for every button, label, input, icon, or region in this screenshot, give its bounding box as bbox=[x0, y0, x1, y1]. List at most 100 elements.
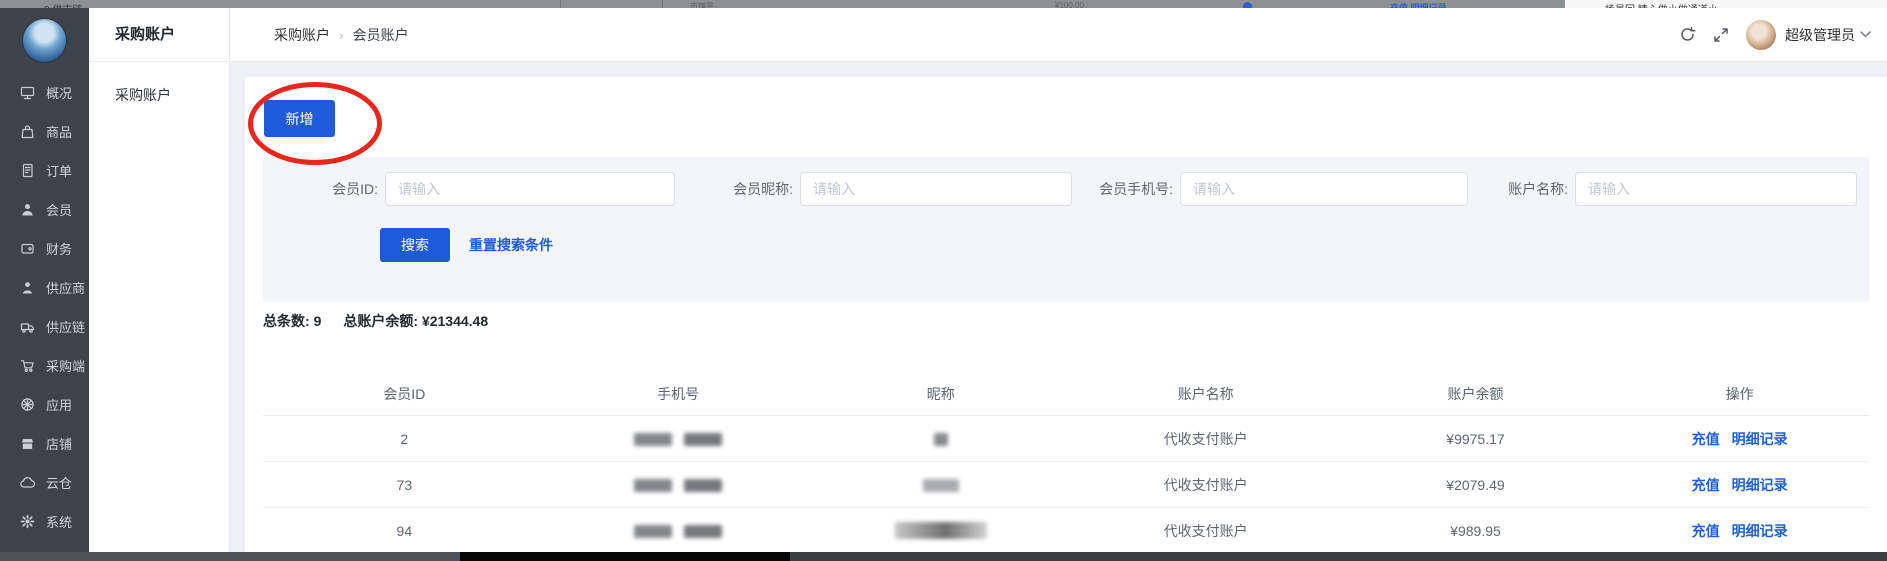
bg-strip-divider bbox=[560, 0, 561, 8]
table-row: 94 代收支付账户 ¥989.95 充值 明细记录 bbox=[263, 508, 1869, 554]
monitor-icon bbox=[19, 85, 35, 101]
accounts-table: 会员ID 手机号 昵称 账户名称 账户余额 操作 2 代收支付账户 ¥9975.… bbox=[263, 373, 1869, 554]
user-avatar[interactable] bbox=[1746, 20, 1776, 50]
phone-label: 会员手机号: bbox=[1063, 172, 1173, 206]
sidebar-item-procurement[interactable]: 采购端 bbox=[0, 346, 89, 385]
sidebar-item-finance[interactable]: 财务 bbox=[0, 229, 89, 268]
sidebar-item-label: 采购端 bbox=[46, 356, 85, 375]
sidebar-item-orders[interactable]: 订单 bbox=[0, 151, 89, 190]
user-menu[interactable]: 超级管理员 bbox=[1785, 25, 1871, 45]
refresh-icon[interactable] bbox=[1679, 26, 1696, 43]
content-card: 新增 会员ID: 会员昵称: 会员手机号: 账户名称: 搜索 重置搜索条件 总条… bbox=[245, 77, 1887, 561]
sidebar-item-label: 会员 bbox=[46, 200, 72, 219]
bg-strip-text: 8 供市链 bbox=[44, 1, 82, 8]
detail-record-link[interactable]: 明细记录 bbox=[1732, 475, 1788, 495]
phone-cell bbox=[546, 523, 811, 539]
bg-strip-text: ¥100.00 bbox=[1055, 1, 1084, 8]
sidebar-item-label: 云仓 bbox=[46, 473, 72, 492]
main-nav: 概况 商品 订单 会员 财务 供应商 供应链 采购端 bbox=[0, 73, 89, 541]
submenu-item-purchase-account[interactable]: 采购账户 bbox=[89, 78, 229, 112]
member-id-label: 会员ID: bbox=[263, 172, 378, 206]
sub-sidebar: 采购账户 采购账户 bbox=[89, 8, 230, 561]
sub-sidebar-title: 采购账户 bbox=[89, 8, 229, 62]
redacted-phone bbox=[684, 433, 722, 446]
phone-cell bbox=[546, 431, 811, 447]
detail-record-link[interactable]: 明细记录 bbox=[1732, 521, 1788, 541]
sidebar-item-label: 供应商 bbox=[46, 278, 85, 297]
sidebar-item-label: 供应链 bbox=[46, 317, 85, 336]
detail-record-link[interactable]: 明细记录 bbox=[1732, 429, 1788, 449]
sidebar-item-members[interactable]: 会员 bbox=[0, 190, 89, 229]
chevron-down-icon bbox=[1860, 31, 1871, 38]
account-name-cell: 代收支付账户 bbox=[1071, 521, 1341, 541]
breadcrumb-item-current: 会员账户 bbox=[353, 25, 409, 45]
person-icon bbox=[19, 202, 35, 218]
recharge-link[interactable]: 充值 bbox=[1692, 521, 1720, 541]
table-row: 2 代收支付账户 ¥9975.17 充值 明细记录 bbox=[263, 416, 1869, 462]
redacted-phone bbox=[634, 479, 672, 492]
nickname-input[interactable] bbox=[800, 172, 1072, 206]
member-id-cell: 94 bbox=[263, 523, 546, 539]
redacted-nickname bbox=[895, 522, 987, 539]
recharge-link[interactable]: 充值 bbox=[1692, 475, 1720, 495]
sidebar-item-cloud-warehouse[interactable]: 云仓 bbox=[0, 463, 89, 502]
member-id-cell: 73 bbox=[263, 477, 546, 493]
actions-cell: 充值 明细记录 bbox=[1610, 475, 1869, 495]
account-name-input[interactable] bbox=[1575, 172, 1857, 206]
sidebar-item-supplier[interactable]: 供应商 bbox=[0, 268, 89, 307]
account-name-cell: 代收支付账户 bbox=[1071, 429, 1341, 449]
balance-cell: ¥989.95 bbox=[1341, 523, 1611, 539]
table-row: 73 代收支付账户 ¥2079.49 充值 明细记录 bbox=[263, 462, 1869, 508]
bottom-window-strip-black bbox=[460, 552, 790, 561]
total-count: 总条数: 9 bbox=[263, 311, 321, 331]
table-header: 会员ID 手机号 昵称 账户名称 账户余额 操作 bbox=[263, 373, 1869, 416]
sidebar-item-overview[interactable]: 概况 bbox=[0, 73, 89, 112]
member-id-input[interactable] bbox=[385, 172, 675, 206]
total-count-value: 9 bbox=[314, 313, 322, 329]
bg-strip-text: 场景回 精心做小做通道小 bbox=[1605, 1, 1718, 8]
bg-strip-divider bbox=[662, 0, 663, 8]
background-window-strip: 8 供市链 市赚平 ¥100.00 充值 明细记录 场景回 精心做小做通道小 bbox=[0, 0, 1887, 8]
sidebar-item-shop[interactable]: 店铺 bbox=[0, 424, 89, 463]
nickname-cell bbox=[811, 431, 1071, 447]
sidebar-item-goods[interactable]: 商品 bbox=[0, 112, 89, 151]
cloud-icon bbox=[19, 475, 35, 491]
wallet-icon bbox=[19, 241, 35, 257]
add-button[interactable]: 新增 bbox=[264, 100, 335, 137]
redacted-nickname bbox=[923, 479, 959, 492]
total-balance: 总账户余额: ¥21344.48 bbox=[343, 311, 488, 331]
sidebar-item-label: 订单 bbox=[46, 161, 72, 180]
sidebar-item-apps[interactable]: 应用 bbox=[0, 385, 89, 424]
total-count-label: 总条数: bbox=[263, 313, 310, 329]
col-member-id: 会员ID bbox=[263, 384, 546, 404]
bg-strip-logo-icon bbox=[1243, 2, 1252, 8]
redacted-nickname bbox=[934, 433, 948, 446]
cart-icon bbox=[19, 358, 35, 374]
breadcrumb-separator: › bbox=[339, 27, 344, 43]
balance-cell: ¥9975.17 bbox=[1341, 431, 1611, 447]
sidebar-item-system[interactable]: 系统 bbox=[0, 502, 89, 541]
actions-cell: 充值 明细记录 bbox=[1610, 429, 1869, 449]
nickname-cell bbox=[811, 477, 1071, 493]
total-balance-value: ¥21344.48 bbox=[422, 313, 488, 329]
breadcrumb-item[interactable]: 采购账户 bbox=[274, 25, 330, 45]
redacted-phone bbox=[684, 525, 722, 538]
account-name-label: 账户名称: bbox=[1468, 172, 1568, 206]
recharge-link[interactable]: 充值 bbox=[1692, 429, 1720, 449]
search-button[interactable]: 搜索 bbox=[380, 228, 450, 262]
sidebar-item-label: 财务 bbox=[46, 239, 72, 258]
nickname-cell bbox=[811, 522, 1071, 540]
summary-bar: 总条数: 9 总账户余额: ¥21344.48 bbox=[263, 311, 488, 331]
reset-filters-link[interactable]: 重置搜索条件 bbox=[469, 228, 553, 262]
fullscreen-icon[interactable] bbox=[1713, 27, 1729, 43]
col-account-name: 账户名称 bbox=[1071, 384, 1341, 404]
apps-wheel-icon bbox=[19, 397, 35, 413]
sidebar-item-supply-chain[interactable]: 供应链 bbox=[0, 307, 89, 346]
app-logo[interactable] bbox=[23, 19, 66, 62]
phone-input[interactable] bbox=[1180, 172, 1468, 206]
col-nickname: 昵称 bbox=[811, 384, 1071, 404]
truck-icon bbox=[19, 319, 35, 335]
balance-cell: ¥2079.49 bbox=[1341, 477, 1611, 493]
bag-icon bbox=[19, 124, 35, 140]
header-controls: 超级管理员 bbox=[1679, 8, 1871, 61]
